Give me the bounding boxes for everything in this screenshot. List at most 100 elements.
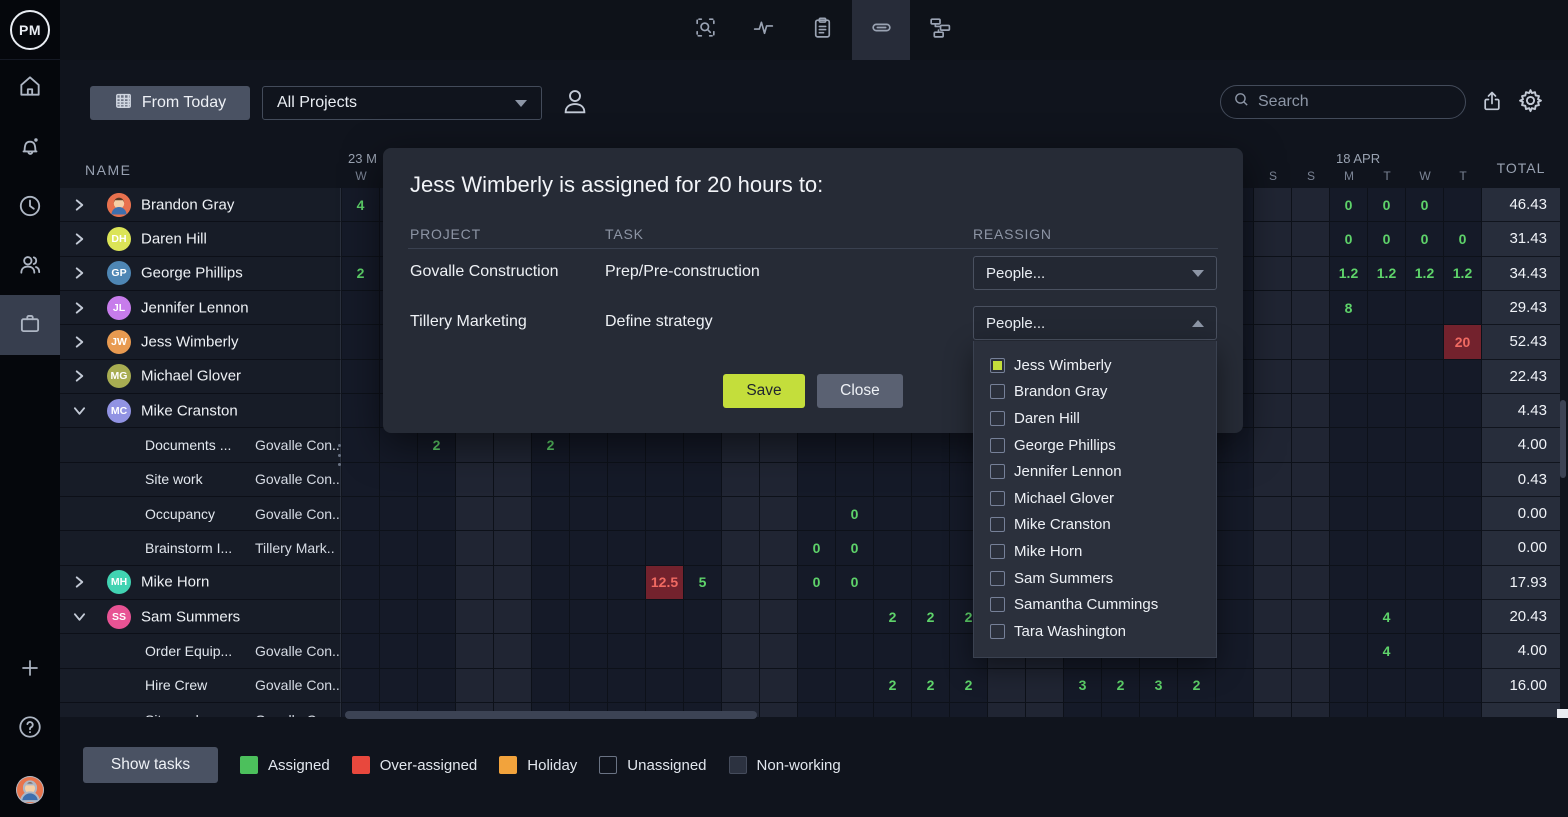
allocation-cell[interactable] [342, 634, 380, 668]
people-dropdown-item[interactable]: Brandon Gray [974, 379, 1216, 406]
allocation-cell[interactable]: 2 [874, 600, 912, 634]
allocation-cell[interactable] [798, 634, 836, 668]
topbar-workflow[interactable] [910, 0, 968, 60]
allocation-cell[interactable] [1292, 497, 1330, 531]
allocation-cell[interactable] [570, 497, 608, 531]
allocation-cell[interactable]: 1.2 [1330, 257, 1368, 291]
allocation-cell[interactable]: 20 [1444, 325, 1482, 359]
allocation-cell[interactable] [1406, 669, 1444, 703]
allocation-cell[interactable] [1254, 360, 1292, 394]
allocation-cell[interactable] [1254, 497, 1292, 531]
allocation-cell[interactable]: 0 [798, 566, 836, 600]
allocation-cell[interactable] [1254, 703, 1292, 717]
allocation-cell[interactable] [456, 600, 494, 634]
allocation-cell[interactable] [1330, 428, 1368, 462]
show-tasks-button[interactable]: Show tasks [83, 747, 218, 783]
allocation-cell[interactable] [722, 531, 760, 565]
chevron-right-icon[interactable] [73, 267, 86, 280]
allocation-cell[interactable] [1254, 188, 1292, 222]
search-input[interactable] [1258, 93, 1428, 111]
allocation-cell[interactable] [722, 428, 760, 462]
allocation-cell[interactable] [1368, 669, 1406, 703]
allocation-cell[interactable] [1406, 325, 1444, 359]
allocation-cell[interactable] [874, 497, 912, 531]
allocation-cell[interactable] [836, 669, 874, 703]
allocation-cell[interactable] [1406, 531, 1444, 565]
allocation-cell[interactable] [1254, 428, 1292, 462]
topbar-plans[interactable] [793, 0, 851, 60]
allocation-cell[interactable] [1254, 257, 1292, 291]
allocation-cell[interactable] [1330, 566, 1368, 600]
allocation-cell[interactable] [722, 634, 760, 668]
allocation-cell[interactable] [494, 463, 532, 497]
save-button[interactable]: Save [723, 374, 805, 408]
allocation-cell[interactable] [1254, 291, 1292, 325]
sidebar-item-profile[interactable] [0, 760, 60, 817]
allocation-cell[interactable] [684, 428, 722, 462]
project-filter-select[interactable]: All Projects [262, 86, 542, 120]
checkbox-unchecked[interactable] [990, 438, 1005, 453]
people-dropdown-item[interactable]: Samantha Cummings [974, 591, 1216, 618]
sidebar-item-add[interactable] [0, 640, 60, 700]
allocation-cell[interactable] [1026, 703, 1064, 717]
allocation-cell[interactable] [418, 497, 456, 531]
allocation-cell[interactable] [1444, 531, 1482, 565]
allocation-cell[interactable] [1254, 566, 1292, 600]
allocation-cell[interactable] [1406, 566, 1444, 600]
allocation-cell[interactable] [912, 497, 950, 531]
allocation-cell[interactable] [1444, 360, 1482, 394]
allocation-cell[interactable] [836, 428, 874, 462]
allocation-cell[interactable] [380, 463, 418, 497]
allocation-cell[interactable] [1026, 669, 1064, 703]
people-dropdown-item[interactable]: Mike Horn [974, 538, 1216, 565]
allocation-cell[interactable] [1254, 531, 1292, 565]
allocation-cell[interactable] [760, 531, 798, 565]
allocation-cell[interactable] [1330, 669, 1368, 703]
allocation-cell[interactable] [342, 222, 380, 256]
checkbox-unchecked[interactable] [990, 624, 1005, 639]
allocation-cell[interactable] [722, 669, 760, 703]
allocation-cell[interactable] [1406, 497, 1444, 531]
task-row-name[interactable]: Order Equip...Govalle Con.. [60, 634, 341, 668]
allocation-cell[interactable] [1444, 703, 1482, 717]
allocation-cell[interactable] [456, 669, 494, 703]
allocation-cell[interactable] [1292, 360, 1330, 394]
allocation-cell[interactable] [342, 566, 380, 600]
allocation-cell[interactable] [1368, 325, 1406, 359]
allocation-cell[interactable] [646, 463, 684, 497]
people-dropdown-item[interactable]: Tara Washington [974, 618, 1216, 645]
allocation-cell[interactable] [912, 703, 950, 717]
allocation-cell[interactable] [1292, 291, 1330, 325]
allocation-cell[interactable] [1368, 463, 1406, 497]
allocation-cell[interactable] [342, 463, 380, 497]
allocation-cell[interactable] [684, 634, 722, 668]
allocation-cell[interactable] [1330, 531, 1368, 565]
allocation-cell[interactable] [570, 463, 608, 497]
allocation-cell[interactable]: 2 [342, 257, 380, 291]
allocation-cell[interactable] [1406, 291, 1444, 325]
allocation-cell[interactable]: 0 [1330, 188, 1368, 222]
person-row-name[interactable]: Brandon Gray [60, 188, 341, 222]
allocation-cell[interactable]: 0 [836, 497, 874, 531]
allocation-cell[interactable]: 1.2 [1444, 257, 1482, 291]
allocation-cell[interactable] [760, 566, 798, 600]
allocation-cell[interactable] [1292, 222, 1330, 256]
allocation-cell[interactable] [532, 669, 570, 703]
allocation-cell[interactable]: 2 [1102, 669, 1140, 703]
allocation-cell[interactable] [1216, 463, 1254, 497]
allocation-cell[interactable] [418, 463, 456, 497]
allocation-cell[interactable] [1444, 463, 1482, 497]
horizontal-scrollbar[interactable] [345, 711, 757, 719]
allocation-cell[interactable] [1406, 634, 1444, 668]
allocation-cell[interactable] [874, 531, 912, 565]
allocation-cell[interactable] [950, 703, 988, 717]
allocation-cell[interactable] [1292, 428, 1330, 462]
allocation-cell[interactable] [1444, 394, 1482, 428]
allocation-cell[interactable] [836, 703, 874, 717]
allocation-cell[interactable] [1406, 463, 1444, 497]
allocation-cell[interactable] [1216, 531, 1254, 565]
allocation-cell[interactable] [912, 463, 950, 497]
pm-logo[interactable]: PM [0, 0, 60, 60]
allocation-cell[interactable]: 2 [912, 600, 950, 634]
allocation-cell[interactable]: 0 [836, 531, 874, 565]
